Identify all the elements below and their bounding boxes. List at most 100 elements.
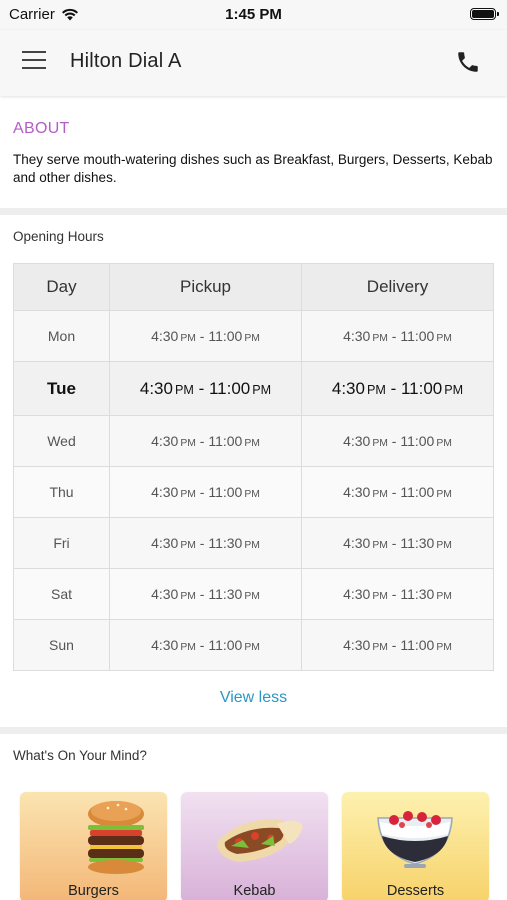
view-less-link[interactable]: View less	[0, 689, 507, 707]
battery-icon	[470, 8, 499, 20]
pickup-cell: 4:30 PM - 11:00 PM	[109, 361, 302, 416]
table-header-row: Day Pickup Delivery	[13, 263, 494, 311]
pickup-cell: 4:30 PM - 11:00 PM	[109, 415, 302, 467]
time-period: PM	[180, 333, 196, 344]
status-bar: Carrier 1:45 PM	[0, 0, 507, 30]
hours-row-fri: Fri 4:30 PM - 11:30 PM 4:30 PM - 11:30 PM	[13, 517, 494, 569]
time-period: PM	[436, 333, 452, 344]
day-cell: Sun	[13, 619, 110, 671]
delivery-cell: 4:30 PM - 11:00 PM	[301, 361, 494, 416]
time-period: PM	[180, 489, 196, 500]
time-value: 4:30	[151, 637, 179, 653]
time-period: PM	[372, 642, 388, 653]
pickup-cell: 4:30 PM - 11:00 PM	[109, 619, 302, 671]
burger-image	[88, 801, 144, 874]
time-period: PM	[436, 489, 452, 500]
column-header-delivery: Delivery	[301, 263, 494, 311]
delivery-cell: 4:30 PM - 11:00 PM	[301, 310, 494, 362]
about-text: They serve mouth-watering dishes such as…	[13, 152, 493, 185]
time-value: 11:00	[208, 328, 243, 344]
category-label: Kebab	[233, 883, 276, 899]
time-period: PM	[174, 382, 194, 397]
time-value: 4:30	[343, 586, 371, 602]
time-value: 11:30	[400, 535, 435, 551]
category-label: Desserts	[386, 883, 445, 899]
time-value: 11:30	[208, 535, 243, 551]
time-value: 4:30	[343, 433, 371, 449]
pickup-cell: 4:30 PM - 11:00 PM	[109, 310, 302, 362]
category-card-burgers[interactable]: Burgers	[20, 792, 167, 900]
time-period: PM	[436, 540, 452, 551]
time-period: PM	[372, 591, 388, 602]
dessert-image	[377, 811, 453, 868]
hours-row-tue: Tue 4:30 PM - 11:00 PM 4:30 PM - 11:00 PM	[13, 361, 494, 416]
day-cell: Thu	[13, 466, 110, 518]
time-value: 4:30	[151, 433, 179, 449]
time-value: 4:30	[343, 637, 371, 653]
time-period: PM	[244, 333, 260, 344]
hours-row-thu: Thu 4:30 PM - 11:00 PM 4:30 PM - 11:00 PM	[13, 466, 494, 518]
time-value: 4:30	[343, 328, 371, 344]
time-value: 4:30	[151, 484, 179, 500]
section-divider	[0, 727, 507, 734]
delivery-cell: 4:30 PM - 11:00 PM	[301, 619, 494, 671]
hours-table: Day Pickup Delivery Mon 4:30 PM - 11:00 PM 4…	[13, 263, 494, 671]
categories-section: What's On Your Mind? Burgers Kebab Desse…	[0, 734, 507, 900]
section-divider	[0, 208, 507, 215]
time-value: 4:30	[151, 586, 179, 602]
time-period: PM	[244, 642, 260, 653]
time-value: 4:30	[343, 535, 371, 551]
time-period: PM	[436, 591, 452, 602]
about-title: ABOUT	[13, 120, 70, 137]
phone-icon[interactable]	[455, 49, 481, 75]
column-header-day: Day	[13, 263, 110, 311]
category-card-desserts[interactable]: Desserts	[342, 792, 489, 900]
pickup-cell: 4:30 PM - 11:30 PM	[109, 517, 302, 569]
time-period: PM	[180, 591, 196, 602]
app-header: Hilton Dial A	[0, 30, 507, 96]
delivery-cell: 4:30 PM - 11:30 PM	[301, 517, 494, 569]
time-value: 11:00	[208, 378, 251, 398]
time-value: 11:00	[400, 378, 443, 398]
time-value: 4:30	[151, 328, 179, 344]
hours-row-sat: Sat 4:30 PM - 11:30 PM 4:30 PM - 11:30 PM	[13, 568, 494, 620]
hamburger-icon[interactable]	[22, 51, 48, 73]
time-period: PM	[372, 438, 388, 449]
time-value: 11:00	[208, 637, 243, 653]
column-header-pickup: Pickup	[109, 263, 302, 311]
opening-hours-section: Opening Hours Day Pickup Delivery Mon 4:3…	[0, 215, 507, 727]
time-value: 11:00	[400, 328, 435, 344]
time-value: 4:30	[139, 378, 173, 398]
categories-label: What's On Your Mind?	[13, 748, 147, 763]
time-period: PM	[444, 382, 464, 397]
day-cell: Mon	[13, 310, 110, 362]
delivery-cell: 4:30 PM - 11:00 PM	[301, 415, 494, 467]
time-value: 4:30	[151, 535, 179, 551]
time-value: 11:00	[208, 433, 243, 449]
category-label: Burgers	[68, 883, 119, 899]
time-value: 11:30	[400, 586, 435, 602]
time-value: 11:00	[208, 484, 243, 500]
time-period: PM	[366, 382, 386, 397]
time-period: PM	[180, 642, 196, 653]
delivery-cell: 4:30 PM - 11:30 PM	[301, 568, 494, 620]
page-title: Hilton Dial A	[70, 50, 182, 72]
time-period: PM	[252, 382, 272, 397]
kebab-image	[217, 819, 303, 862]
time-period: PM	[372, 489, 388, 500]
delivery-cell: 4:30 PM - 11:00 PM	[301, 466, 494, 518]
hours-row-sun: Sun 4:30 PM - 11:00 PM 4:30 PM - 11:00 PM	[13, 619, 494, 671]
about-section: ABOUT They serve mouth-watering dishes s…	[0, 104, 507, 208]
time-period: PM	[372, 540, 388, 551]
time-value: 11:30	[208, 586, 243, 602]
time-value: 11:00	[400, 637, 435, 653]
status-time: 1:45 PM	[225, 6, 282, 23]
time-value: 11:00	[400, 433, 435, 449]
time-period: PM	[244, 438, 260, 449]
category-card-kebab[interactable]: Kebab	[181, 792, 328, 900]
time-period: PM	[244, 591, 260, 602]
time-period: PM	[436, 642, 452, 653]
time-value: 4:30	[331, 378, 365, 398]
day-cell: Fri	[13, 517, 110, 569]
day-cell: Tue	[13, 361, 110, 416]
